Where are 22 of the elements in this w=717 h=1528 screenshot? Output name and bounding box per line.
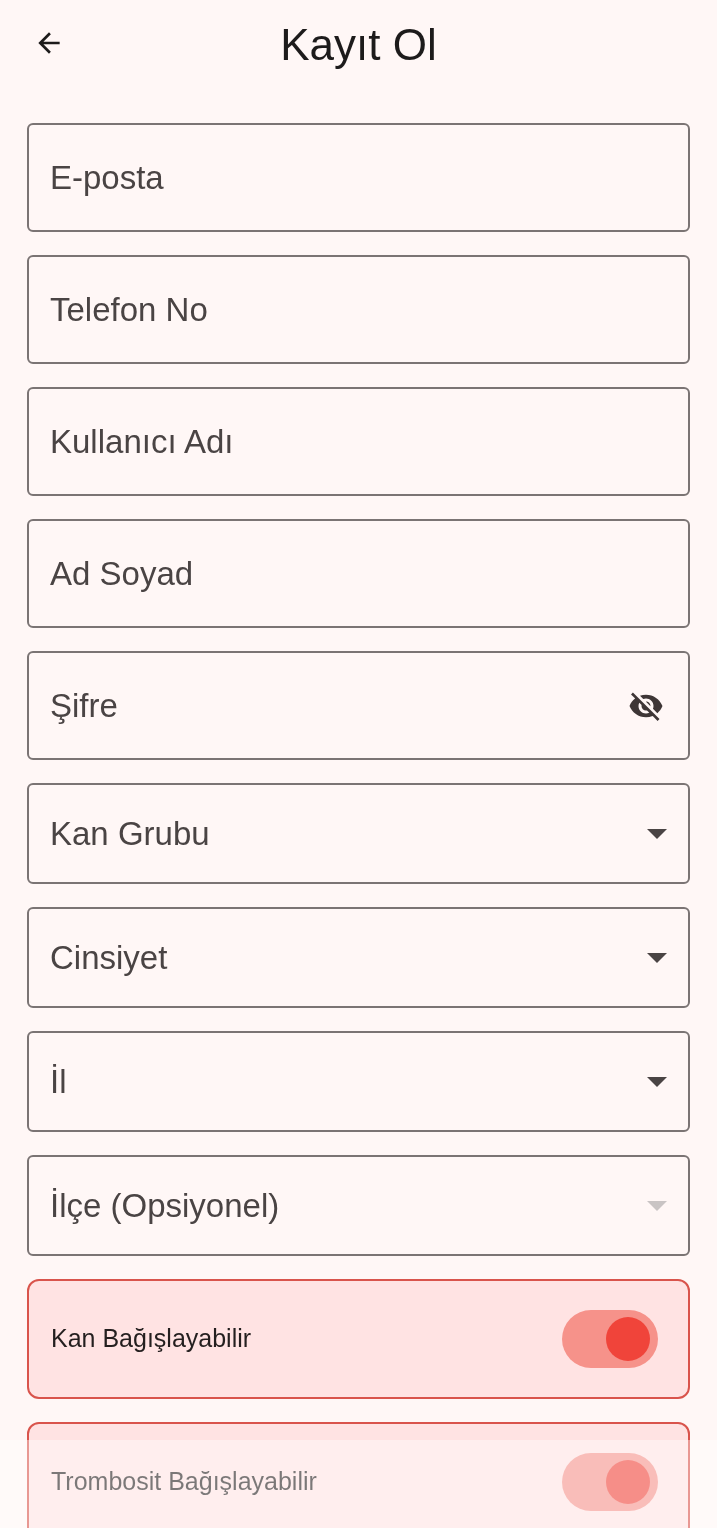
text-field[interactable]: Şifre	[27, 651, 690, 760]
dropdown-field[interactable]: Kan Grubu	[27, 783, 690, 884]
text-field[interactable]: Telefon No	[27, 255, 690, 364]
toggle-label: Kan Bağışlayabilir	[51, 1323, 253, 1355]
dropdown-field[interactable]: Cinsiyet	[27, 907, 690, 1008]
input-field[interactable]: Telefon No	[50, 284, 667, 335]
text-field[interactable]: Ad Soyad	[27, 519, 690, 628]
dropdown-placeholder: İlçe (Opsiyonel)	[50, 1185, 281, 1226]
input-field[interactable]: Ad Soyad	[50, 548, 667, 599]
toggle-switch[interactable]	[562, 1310, 658, 1368]
input-field[interactable]: Kullanıcı Adı	[50, 416, 667, 467]
toggle-switch[interactable]	[562, 1453, 658, 1511]
toggle-label: Trombosit Bağışlayabilir	[51, 1466, 318, 1498]
dropdown-field[interactable]: İl	[27, 1031, 690, 1132]
dropdown-placeholder: Kan Grubu	[50, 813, 211, 854]
input-field[interactable]: E-posta	[50, 152, 667, 203]
page-title: Kayıt Ol	[280, 19, 437, 71]
text-field[interactable]: E-posta	[27, 123, 690, 232]
dropdown-placeholder: İl	[50, 1061, 68, 1102]
input-field[interactable]: Şifre	[50, 680, 625, 731]
text-field[interactable]: Kullanıcı Adı	[27, 387, 690, 496]
dropdown-placeholder: Cinsiyet	[50, 937, 169, 978]
